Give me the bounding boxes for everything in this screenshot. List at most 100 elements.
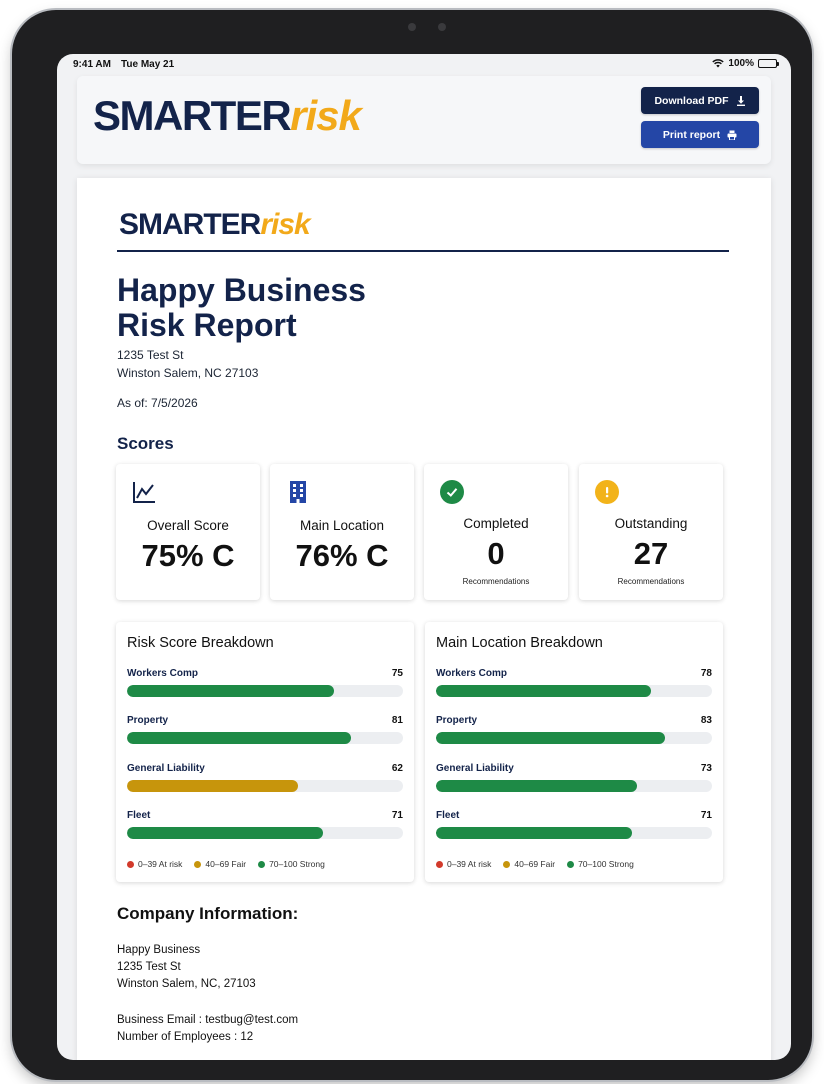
legend-label: 0–39 At risk (138, 859, 183, 869)
score-card-value: 0 (487, 536, 505, 571)
legend-item: 40–69 Fair (503, 859, 555, 869)
score-card-label: Overall Score (147, 518, 229, 533)
header-bar: SMARTERrisk Download PDF Print report (77, 76, 771, 164)
report-title-line2: Risk Report (117, 307, 297, 343)
row-label: Workers Comp (436, 668, 507, 679)
score-card-label: Main Location (299, 518, 385, 533)
score-card-sub: Recommendations (462, 577, 530, 586)
row-label: General Liability (127, 763, 205, 774)
printer-icon (727, 130, 737, 140)
row-value: 83 (700, 715, 712, 726)
main-location-breakdown: Main Location Breakdown Workers Comp 78 … (425, 622, 723, 882)
header-divider (117, 250, 729, 252)
progress-track (127, 685, 403, 697)
row-label: Property (127, 715, 169, 726)
row-label: Fleet (436, 810, 460, 821)
legend-label: 0–39 At risk (447, 859, 492, 869)
wifi-icon (712, 59, 725, 68)
completed-card: Completed 0 Recommendations (424, 464, 568, 600)
progress-track (127, 732, 403, 744)
print-report-button[interactable]: Print report (641, 121, 759, 148)
scores-heading: Scores (117, 434, 174, 453)
legend-dot (503, 860, 511, 868)
row-value: 78 (700, 668, 712, 679)
row-value: 71 (391, 810, 403, 821)
company-city: Winston Salem, NC, 27103 (117, 978, 256, 990)
main-location-card: Main Location 76% C (270, 464, 414, 600)
row-value: 75 (391, 668, 403, 679)
download-pdf-button[interactable]: Download PDF (641, 87, 759, 114)
progress-fill (127, 780, 299, 792)
progress-track (436, 685, 712, 697)
legend-dot (127, 860, 134, 868)
progress-fill (436, 780, 638, 792)
score-card-label: Completed (463, 516, 529, 531)
legend-label: 70–100 Strong (578, 859, 634, 869)
progress-track (127, 827, 403, 839)
report-page: SMARTERrisk Happy Business Risk Report 1… (77, 178, 771, 1060)
legend-label: 70–100 Strong (269, 859, 325, 869)
progress-fill (436, 685, 652, 697)
status-date: Tue May 21 (121, 59, 175, 70)
sensor-dot (438, 23, 446, 31)
line-chart-icon (133, 482, 155, 503)
status-indicators: 100% (712, 58, 779, 69)
progress-fill (436, 732, 666, 744)
row-value: 71 (700, 810, 712, 821)
check-circle-icon (440, 480, 464, 504)
row-value: 81 (391, 715, 403, 726)
tablet-frame: 9:41 AM Tue May 21 100% SMARTERrisk Down… (12, 10, 812, 1080)
row-label: General Liability (436, 763, 514, 774)
report-logo-main: SMARTER (119, 208, 261, 241)
report-address-line2: Winston Salem, NC 27103 (117, 366, 259, 380)
row-label: Fleet (127, 810, 151, 821)
breakdown-title: Risk Score Breakdown (127, 635, 274, 651)
company-employees: Number of Employees : 12 (117, 1031, 254, 1043)
camera-dot (408, 23, 416, 31)
brand-logo: SMARTERrisk (93, 92, 362, 140)
legend-item: 40–69 Fair (194, 859, 246, 869)
download-pdf-label: Download PDF (654, 94, 729, 107)
legend-item: 0–39 At risk (436, 859, 491, 869)
legend-dot (258, 860, 266, 868)
score-card-value: 75% C (141, 538, 235, 573)
score-legend: 0–39 At risk 40–69 Fair 70–100 Strong (127, 859, 325, 869)
outstanding-card: Outstanding 27 Recommendations (579, 464, 723, 600)
company-street: 1235 Test St (117, 961, 181, 973)
risk-score-breakdown: Risk Score Breakdown Workers Comp 75 Pro… (116, 622, 414, 882)
building-icon (290, 481, 306, 503)
legend-label: 40–69 Fair (514, 859, 556, 869)
breakdown-title: Main Location Breakdown (436, 635, 603, 651)
company-info-heading: Company Information: (117, 904, 299, 923)
report-address-line1: 1235 Test St (117, 348, 184, 362)
legend-dot (194, 860, 202, 868)
report-title-line1: Happy Business (117, 272, 366, 308)
report-as-of: As of: 7/5/2026 (117, 396, 198, 410)
status-bar: 9:41 AM Tue May 21 100% (57, 54, 791, 74)
screen: 9:41 AM Tue May 21 100% SMARTERrisk Down… (57, 54, 791, 1060)
score-card-value: 27 (633, 536, 669, 571)
progress-track (436, 827, 712, 839)
overall-score-card: Overall Score 75% C (116, 464, 260, 600)
legend-item: 0–39 At risk (127, 859, 182, 869)
status-time: 9:41 AM (73, 59, 111, 70)
progress-track (127, 780, 403, 792)
progress-fill (127, 685, 334, 697)
report-logo: SMARTERrisk (119, 208, 311, 242)
score-legend: 0–39 At risk 40–69 Fair 70–100 Strong (436, 859, 634, 869)
progress-fill (127, 732, 351, 744)
score-card-label: Outstanding (614, 516, 688, 531)
battery-icon (758, 59, 779, 68)
row-label: Workers Comp (127, 668, 198, 679)
score-card-value: 76% C (295, 538, 389, 573)
legend-label: 40–69 Fair (205, 859, 247, 869)
company-name: Happy Business (117, 944, 201, 956)
warning-circle-icon (595, 480, 619, 504)
legend-dot (567, 860, 575, 868)
progress-track (436, 732, 712, 744)
progress-fill (127, 827, 323, 839)
battery-percent: 100% (728, 58, 754, 69)
row-label: Property (436, 715, 478, 726)
legend-dot (436, 860, 443, 868)
download-icon (736, 95, 745, 106)
